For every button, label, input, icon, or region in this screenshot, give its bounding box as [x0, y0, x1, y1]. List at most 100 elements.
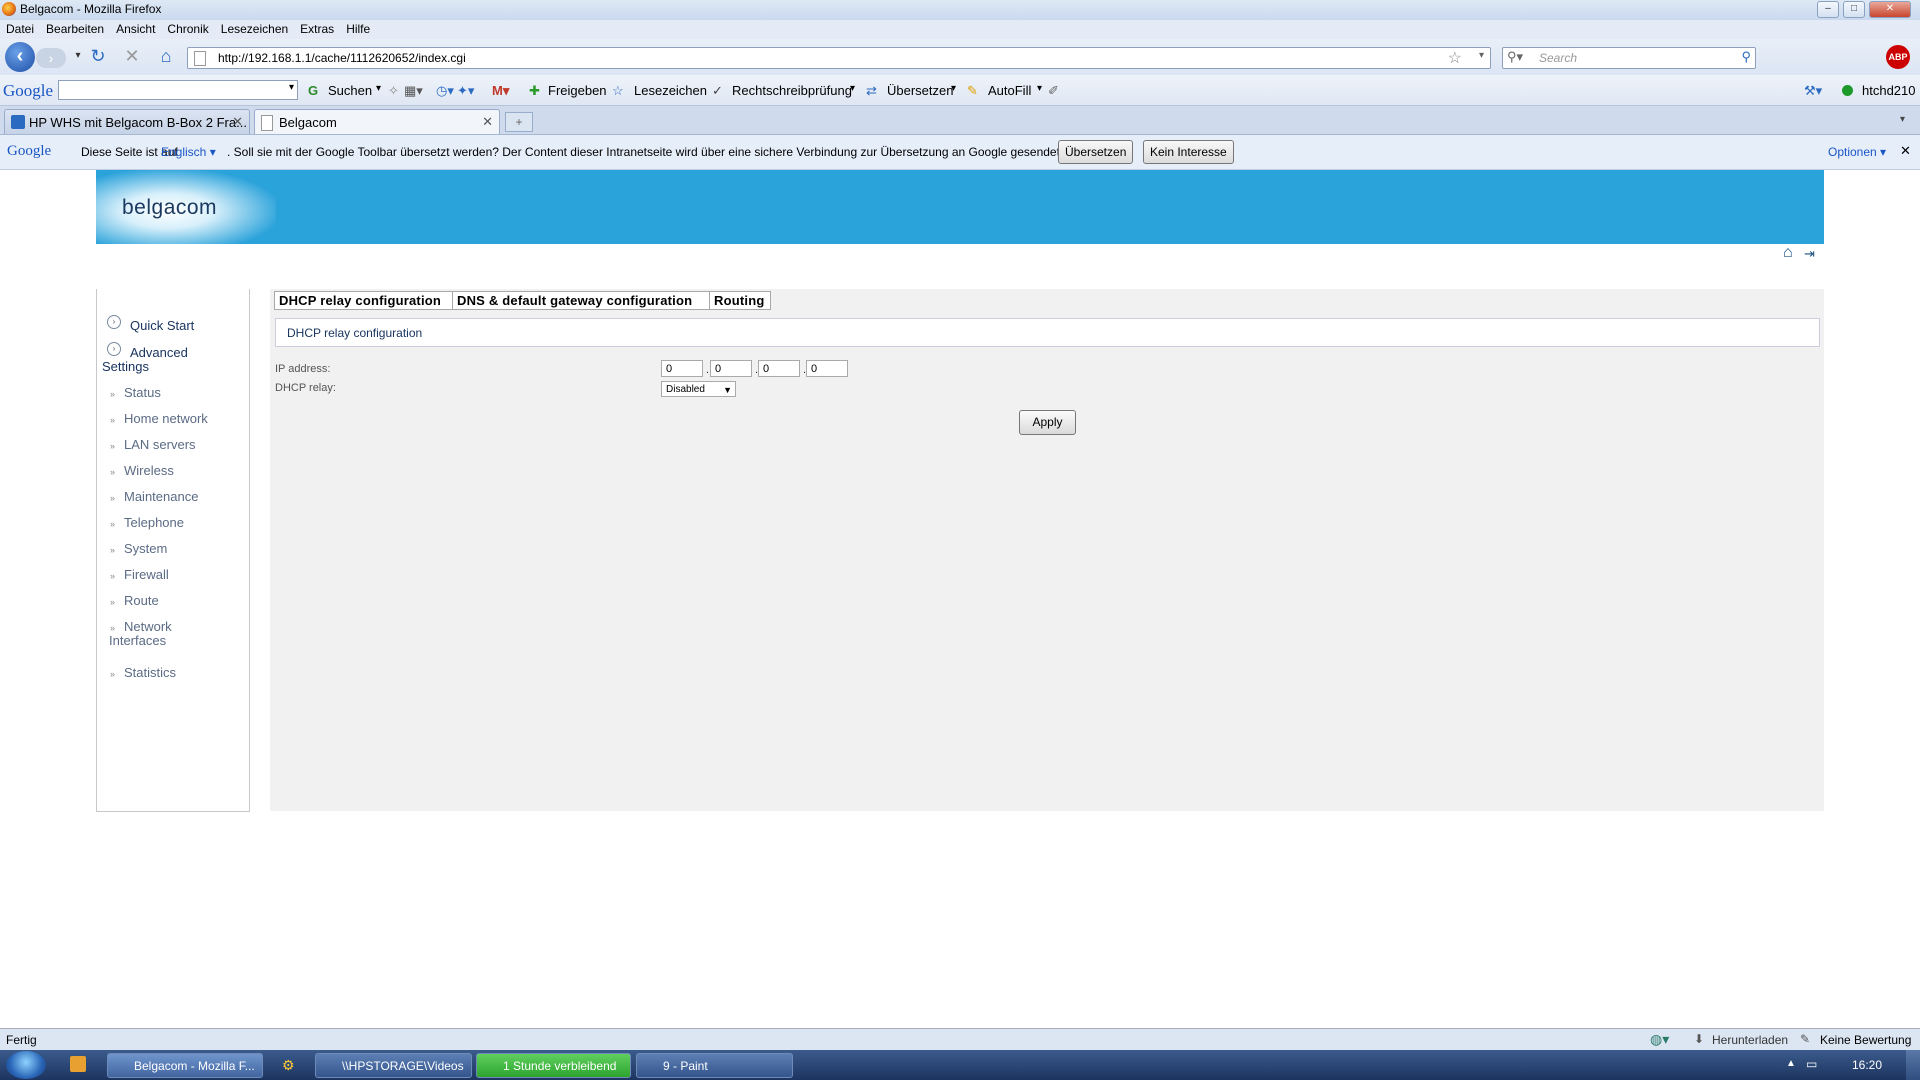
bookmark-star-icon[interactable]: ☆	[1448, 48, 1462, 68]
translate-button[interactable]: Übersetzen	[1058, 140, 1134, 164]
menu-chronik[interactable]: Chronik	[167, 20, 208, 39]
start-button[interactable]	[6, 1051, 46, 1079]
menu-extras[interactable]: Extras	[300, 20, 334, 39]
home-icon[interactable]: ⌂	[156, 46, 176, 66]
history-dropdown-icon[interactable]: ▾	[68, 46, 88, 66]
logout-icon[interactable]: ⇥	[1804, 246, 1815, 262]
taskbar-tray-icon[interactable]: ⚙	[282, 1057, 295, 1074]
taskbar-firefox[interactable]: Belgacom - Mozilla F...	[107, 1053, 263, 1078]
close-tab-icon[interactable]: ✕	[232, 114, 243, 130]
stop-icon[interactable]: ✕	[122, 46, 142, 66]
menu-bearbeiten[interactable]: Bearbeiten	[46, 20, 104, 39]
highlight-icon[interactable]: ✧	[388, 83, 399, 99]
taskbar-explorer[interactable]: \\HPSTORAGE\Videos	[315, 1053, 472, 1078]
user-status-icon	[1842, 85, 1853, 96]
show-desktop-button[interactable]	[1906, 1050, 1920, 1080]
suchen-dropdown-icon[interactable]: ▾	[376, 83, 381, 94]
new-tab-button[interactable]: +	[505, 112, 533, 132]
sidebar-item-firewall[interactable]: Firewall	[124, 567, 169, 582]
sidebar-item-advanced-line1[interactable]: Advanced	[130, 345, 188, 360]
close-window-button[interactable]: ✕	[1869, 1, 1911, 18]
adblock-plus-icon[interactable]: ABP	[1886, 45, 1910, 69]
sidebar-item-lan-servers[interactable]: LAN servers	[124, 437, 196, 452]
close-tab-icon[interactable]: ✕	[482, 114, 493, 130]
sidebar-item-system[interactable]: System	[124, 541, 167, 556]
url-text[interactable]: http://192.168.1.1/cache/1112620652/inde…	[218, 51, 466, 65]
sidebar-item-quick-start[interactable]: Quick Start	[130, 318, 194, 333]
google-account-button[interactable]: htchd210	[1862, 83, 1916, 98]
dismiss-translate-button[interactable]: Kein Interesse	[1143, 140, 1234, 164]
clock-icon[interactable]: ◷▾	[436, 83, 454, 99]
sidebar-item-wireless[interactable]: Wireless	[124, 463, 174, 478]
search-placeholder[interactable]: Search	[1539, 51, 1577, 65]
sidebar-item-statistics[interactable]: Statistics	[124, 665, 176, 680]
sidebar-item-home-network[interactable]: Home network	[124, 411, 208, 426]
ip-octet-2-input[interactable]: 0	[710, 360, 752, 377]
settings-icon[interactable]: ✦▾	[457, 83, 474, 99]
menu-ansicht[interactable]: Ansicht	[116, 20, 155, 39]
taskbar-progress[interactable]: 1 Stunde verbleibend	[476, 1053, 631, 1078]
back-button[interactable]: ‹	[5, 42, 35, 72]
tab-hp-whs[interactable]: HP WHS mit Belgacom B-Box 2 Fra... ✕	[4, 109, 250, 134]
url-bar[interactable]: http://192.168.1.1/cache/1112620652/inde…	[187, 47, 1491, 69]
tab-belgacom[interactable]: Belgacom ✕	[254, 109, 500, 134]
uebersetzen-button[interactable]: Übersetzen	[887, 83, 953, 98]
url-dropdown-icon[interactable]: ▾	[1479, 50, 1484, 61]
menu-hilfe[interactable]: Hilfe	[346, 20, 370, 39]
menu-datei[interactable]: Datei	[6, 20, 34, 39]
translate-options-menu[interactable]: Optionen ▾	[1828, 145, 1886, 159]
quicklaunch-icon[interactable]	[70, 1056, 86, 1072]
sidebar-item-telephone[interactable]: Telephone	[124, 515, 184, 530]
ip-octet-4-input[interactable]: 0	[806, 360, 848, 377]
close-translate-bar-icon[interactable]: ✕	[1900, 143, 1911, 159]
google-search-input[interactable]: ▾	[58, 80, 298, 100]
freigeben-button[interactable]: Freigeben	[548, 83, 607, 98]
apply-button[interactable]: Apply	[1019, 410, 1076, 435]
forward-button[interactable]: ›	[36, 48, 66, 68]
taskbar-paint[interactable]: 9 - Paint	[636, 1053, 793, 1078]
download-button[interactable]: Herunterladen	[1712, 1033, 1788, 1047]
rating-status[interactable]: Keine Bewertung	[1820, 1033, 1911, 1047]
menu-lesezeichen[interactable]: Lesezeichen	[221, 20, 288, 39]
rechtschreibung-button[interactable]: Rechtschreibprüfung	[732, 83, 852, 98]
sidebar-item-status[interactable]: Status	[124, 385, 161, 400]
rechtschreibung-dropdown-icon[interactable]: ▾	[850, 83, 855, 94]
uebersetzen-dropdown-icon[interactable]: ▾	[951, 83, 956, 94]
tab-list-icon[interactable]: ▾	[1900, 114, 1905, 125]
maximize-button[interactable]: □	[1843, 1, 1865, 18]
tab-dhcp-relay[interactable]: DHCP relay configuration	[274, 291, 453, 310]
web-icon[interactable]: ◍▾	[1650, 1031, 1669, 1048]
google-search-dropdown-icon[interactable]: ▾	[289, 82, 294, 93]
search-engine-icon[interactable]: ⚲▾	[1507, 49, 1523, 65]
sidebar-item-network-line1[interactable]: Network	[124, 619, 172, 634]
autofill-dropdown-icon[interactable]: ▾	[1037, 83, 1042, 94]
network-tray-icon[interactable]: ▭	[1806, 1057, 1817, 1071]
autofill-button[interactable]: AutoFill	[988, 83, 1031, 98]
lesezeichen-button[interactable]: Lesezeichen	[634, 83, 707, 98]
belgacom-logo[interactable]: belgacom	[96, 170, 276, 244]
tab-dns-gateway[interactable]: DNS & default gateway configuration	[452, 291, 710, 310]
ip-octet-1-input[interactable]: 0	[661, 360, 703, 377]
tab-routing[interactable]: Routing	[709, 291, 771, 310]
minimize-button[interactable]: –	[1817, 1, 1839, 18]
gmail-icon[interactable]: M▾	[492, 83, 509, 99]
bullet-icon: »	[110, 519, 116, 529]
search-go-icon[interactable]: ⚲	[1741, 49, 1751, 65]
wrench-icon[interactable]: ⚒▾	[1804, 83, 1822, 99]
sidebar-item-advanced-line2[interactable]: Settings	[102, 359, 149, 374]
sidebar-item-network-line2[interactable]: Interfaces	[109, 633, 166, 648]
reload-icon[interactable]: ↻	[88, 46, 108, 66]
home-icon[interactable]: ⌂	[1783, 244, 1793, 262]
language-selector[interactable]: Englisch ▾	[161, 145, 216, 159]
dhcp-relay-select[interactable]: Disabled ▼	[661, 381, 736, 397]
sidebar-item-route[interactable]: Route	[124, 593, 159, 608]
popup-blocker-icon[interactable]: ▦▾	[404, 83, 423, 99]
suchen-button[interactable]: Suchen	[328, 83, 372, 98]
bullet-icon: »	[110, 441, 116, 451]
sidebar-item-maintenance[interactable]: Maintenance	[124, 489, 198, 504]
tray-expand-icon[interactable]: ▲	[1786, 1058, 1796, 1069]
ip-octet-3-input[interactable]: 0	[758, 360, 800, 377]
search-bar[interactable]: ⚲▾ Search ⚲	[1502, 47, 1756, 69]
pencil-icon[interactable]: ✐	[1048, 83, 1059, 99]
clock[interactable]: 16:20	[1852, 1058, 1882, 1072]
